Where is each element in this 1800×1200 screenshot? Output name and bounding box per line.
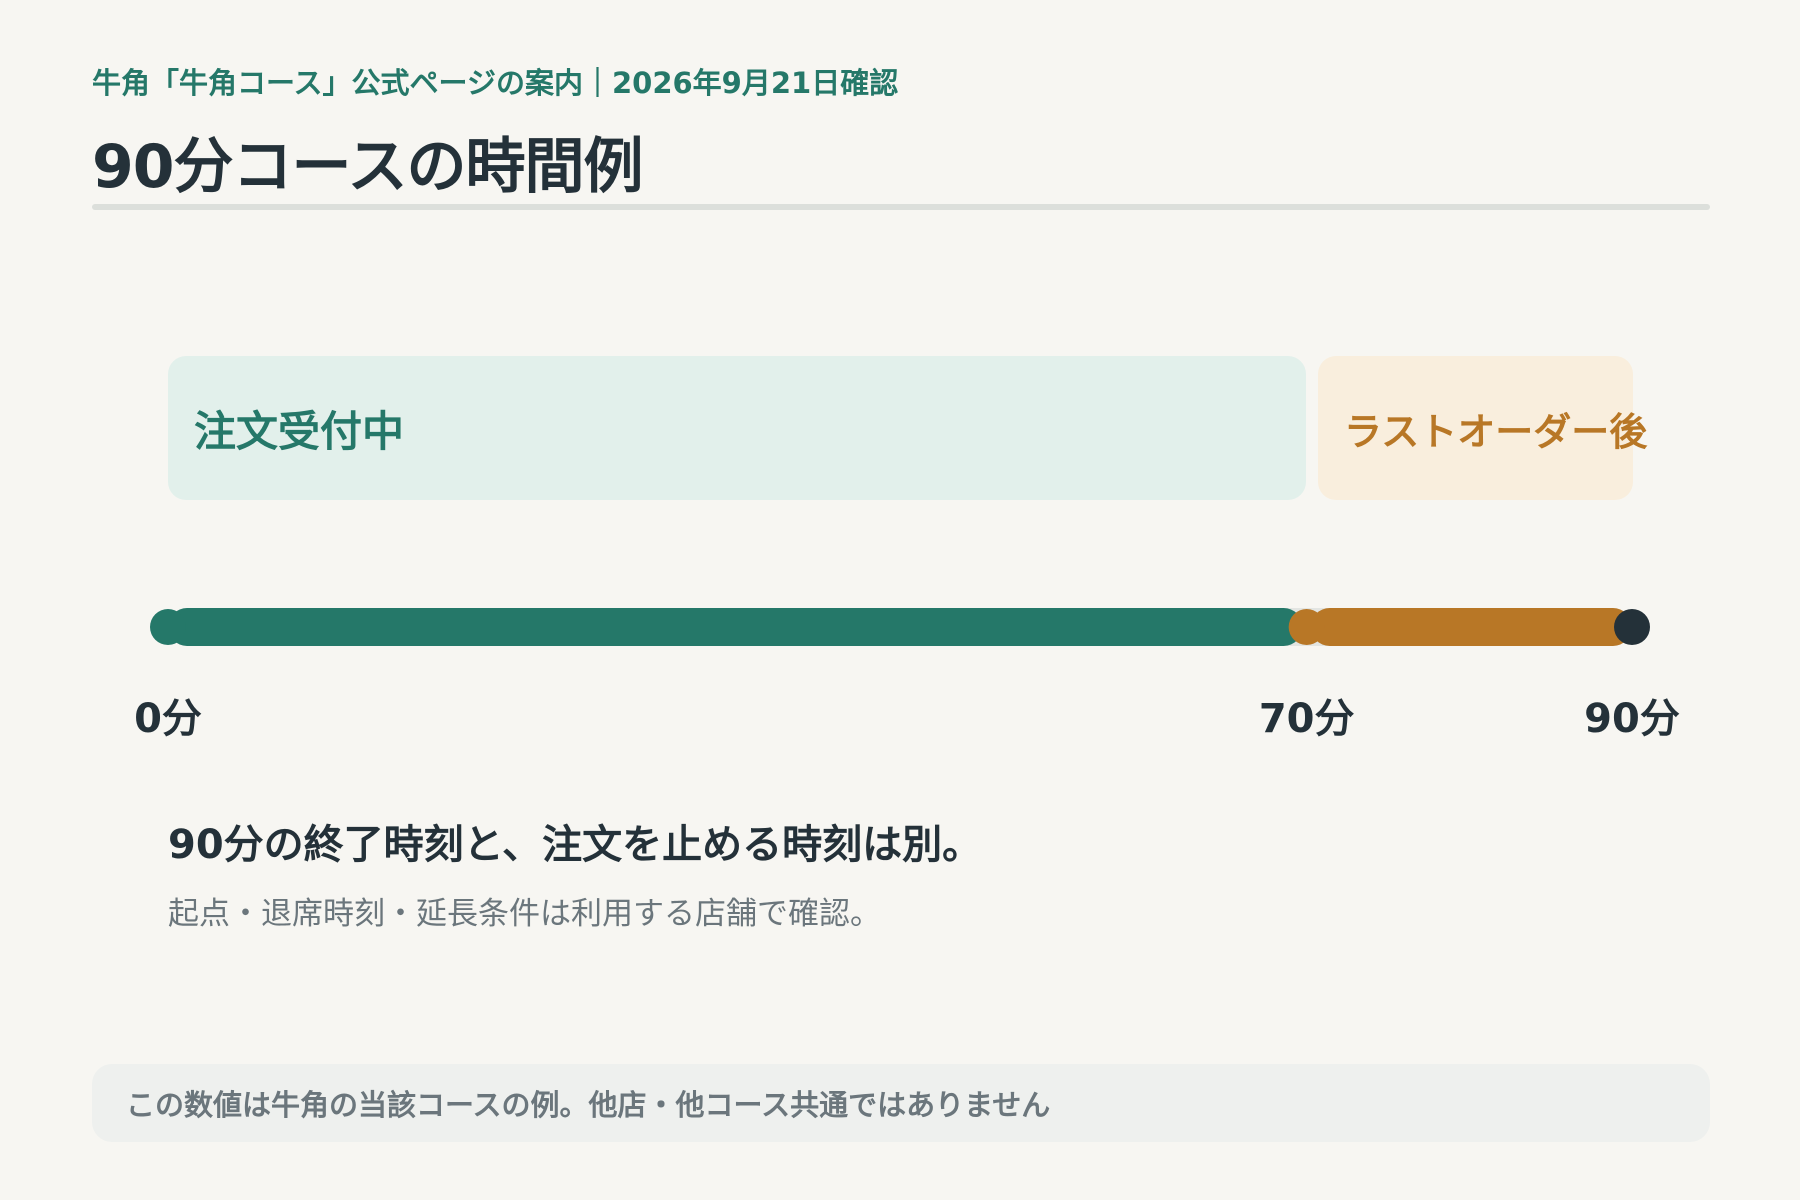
disclaimer-box: この数値は牛角の当該コースの例。他店・他コース共通ではありません — [92, 1064, 1710, 1142]
timeline-marker-start — [150, 609, 186, 645]
tick-label-90: 90分 — [1584, 696, 1680, 742]
note-sub: 起点・退席時刻・延長条件は利用する店舗で確認。 — [168, 896, 881, 932]
phase-after-last-order-label: ラストオーダー後 — [1344, 409, 1648, 454]
timeline-marker-last-order — [1288, 609, 1325, 645]
phase-ordering-label: 注文受付中 — [194, 406, 405, 456]
timeline-segment-after-last-order — [1310, 608, 1632, 646]
timeline-segment-ordering — [168, 608, 1303, 646]
page-title: 90分コースの時間例 — [92, 132, 643, 202]
timeline-track — [150, 608, 1650, 646]
source-caption: 牛角「牛角コース」公式ページの案内｜2026年9月21日確認 — [92, 66, 899, 100]
note-main: 90分の終了時刻と、注文を止める時刻は別。 — [168, 822, 983, 868]
disclaimer-text: この数値は牛角の当該コースの例。他店・他コース共通ではありません — [126, 1088, 1051, 1122]
page: 牛角「牛角コース」公式ページの案内｜2026年9月21日確認 90分コースの時間… — [0, 0, 1800, 1200]
timeline-marker-end — [1614, 609, 1650, 645]
title-divider — [92, 204, 1710, 210]
tick-label-0: 0分 — [134, 696, 202, 742]
tick-label-70: 70分 — [1258, 696, 1355, 742]
phase-ordering-box: 注文受付中 — [168, 356, 1306, 500]
phase-after-last-order-box: ラストオーダー後 — [1318, 356, 1647, 500]
